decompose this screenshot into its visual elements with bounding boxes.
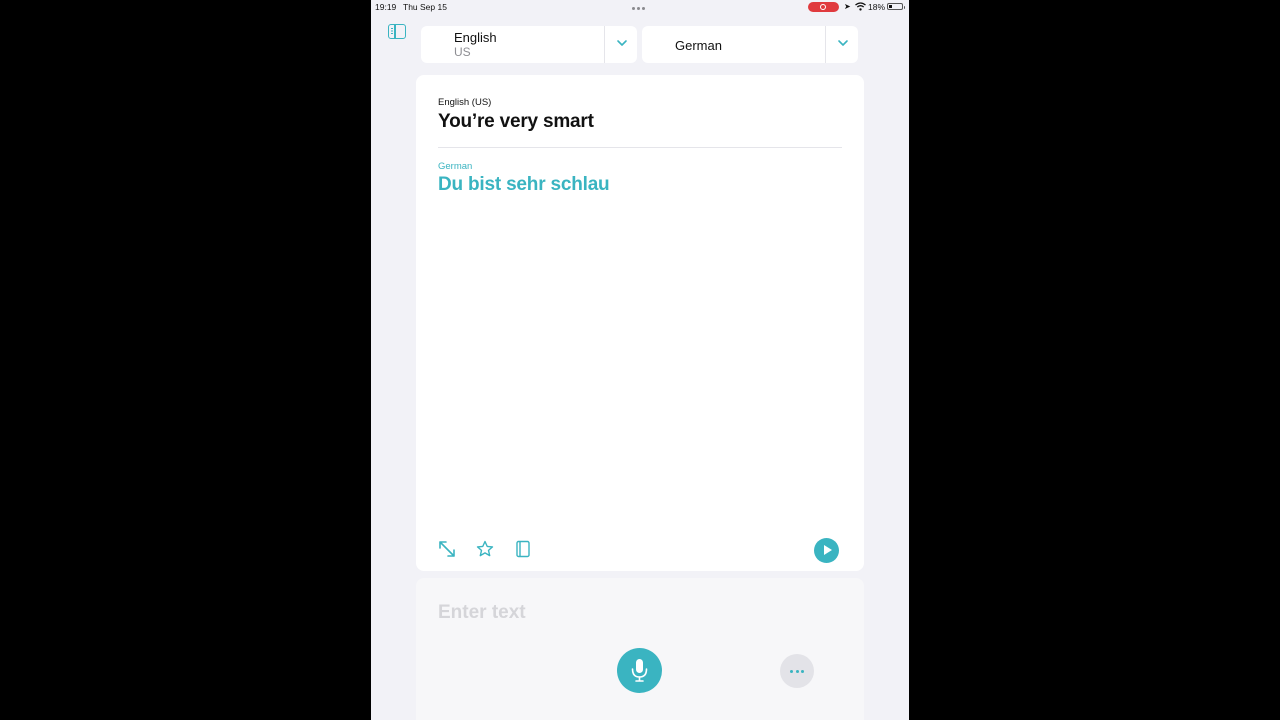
source-language-name: English [454, 30, 497, 45]
source-language-label: English (US) [438, 97, 492, 108]
source-language-region: US [454, 45, 471, 59]
location-arrow-icon: ➤ [844, 2, 851, 11]
status-date: Thu Sep 15 [403, 2, 447, 12]
divider [438, 147, 842, 148]
microphone-button[interactable] [617, 648, 662, 693]
text-input-placeholder[interactable]: Enter text [438, 602, 526, 624]
battery-icon [887, 3, 905, 10]
more-icon [795, 670, 799, 673]
translated-text[interactable]: Du bist sehr schlau [438, 174, 610, 196]
expand-icon[interactable] [438, 540, 456, 558]
book-icon[interactable] [514, 540, 532, 558]
play-button[interactable] [814, 538, 839, 563]
sidebar-toggle-icon[interactable] [388, 24, 406, 39]
chevron-down-icon[interactable] [615, 36, 629, 50]
source-language-selector[interactable]: English US [421, 26, 637, 63]
divider [825, 26, 826, 63]
divider [604, 26, 605, 63]
microphone-icon [631, 659, 648, 682]
status-time: 19:19 [375, 2, 397, 12]
more-icon [801, 670, 804, 673]
multitasking-dots-icon[interactable] [632, 7, 648, 11]
star-icon[interactable] [476, 540, 494, 558]
text-input-area[interactable]: Enter text [416, 578, 864, 720]
target-language-label: German [438, 161, 473, 172]
target-language-selector[interactable]: German [642, 26, 858, 63]
chevron-down-icon[interactable] [836, 36, 850, 50]
wifi-icon [855, 2, 866, 11]
status-bar: 19:19 Thu Sep 15 ➤ 18% [371, 0, 909, 14]
more-options-button[interactable] [780, 654, 814, 688]
screen-recording-icon [808, 2, 839, 12]
target-language-name: German [675, 38, 722, 53]
more-icon [790, 670, 793, 673]
translation-card: English (US) You’re very smart German Du… [416, 75, 864, 571]
source-text[interactable]: You’re very smart [438, 111, 594, 133]
translate-app-window: 19:19 Thu Sep 15 ➤ 18% English US German… [371, 0, 909, 720]
battery-percentage: 18% [868, 2, 886, 12]
